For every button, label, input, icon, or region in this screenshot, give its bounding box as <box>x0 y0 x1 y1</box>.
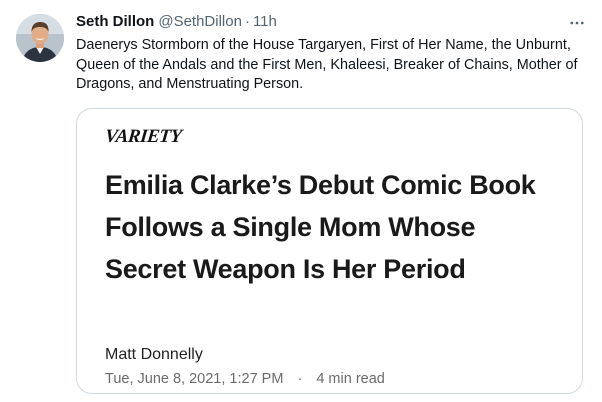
article-author: Matt Donnelly <box>105 346 203 363</box>
user-photo-avatar-icon <box>16 14 64 62</box>
article-date: Tue, June 8, 2021, 1:27 PM <box>105 371 284 387</box>
tweet-header: Seth Dillon @SethDillon · 11h <box>76 13 277 33</box>
author-display-name[interactable]: Seth Dillon <box>76 13 154 30</box>
publication-logo: VARIETY <box>103 126 183 147</box>
meta-separator: · <box>297 371 303 387</box>
more-options-button[interactable] <box>566 12 588 34</box>
tweet-timestamp[interactable]: 11h <box>253 13 277 30</box>
header-separator: · <box>244 13 250 30</box>
tweet[interactable]: Seth Dillon @SethDillon · 11h Daenerys S… <box>0 0 602 402</box>
link-preview-card[interactable]: VARIETY Emilia Clarke’s Debut Comic Book… <box>76 108 583 394</box>
author-handle[interactable]: @SethDillon <box>158 13 242 30</box>
article-headline: Emilia Clarke’s Debut Comic Book Follows… <box>105 170 536 284</box>
article-meta: Tue, June 8, 2021, 1:27 PM · 4 min read <box>105 371 385 387</box>
more-horizontal-icon <box>570 21 584 25</box>
article-read-time: 4 min read <box>316 371 385 387</box>
tweet-text: Daenerys Stormborn of the House Targarye… <box>76 37 578 92</box>
author-avatar[interactable] <box>16 14 64 62</box>
